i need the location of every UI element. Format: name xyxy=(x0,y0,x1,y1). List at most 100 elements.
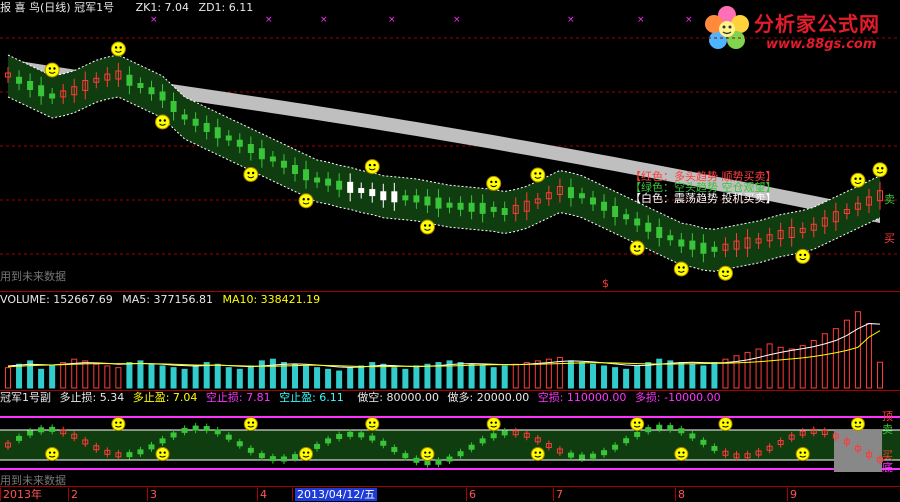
sub-candle-body xyxy=(192,425,199,431)
main-sell-label: 卖 xyxy=(884,193,895,206)
main-price-chart[interactable]: × × × × × × × × xyxy=(0,14,900,292)
trend-legend: 【红色：多头趋势 顺势买卖】 【绿色：空头趋势 空仓观望】 【白色：震荡趋势 投… xyxy=(630,171,777,204)
smiley-face xyxy=(673,261,689,277)
candle-body xyxy=(567,187,574,199)
volume-bar xyxy=(479,365,486,389)
smiley-eye xyxy=(307,451,310,454)
dollar-marker: $ xyxy=(602,277,609,290)
chart-title: 报 喜 鸟(日线) 冠军1号 xyxy=(0,1,115,14)
smiley-eye xyxy=(114,46,118,49)
volume-bar xyxy=(821,333,828,389)
volume-bar xyxy=(16,363,23,389)
sub-candle-body xyxy=(490,433,497,439)
axis-label: 6 xyxy=(466,488,476,501)
smiley-eye xyxy=(423,224,427,227)
volume-bar xyxy=(269,358,276,389)
volume-bar xyxy=(291,363,298,389)
axis-label: 2013/04/12/五 xyxy=(292,488,378,501)
legend-white: 【白色：震荡趋势 投机买卖】 xyxy=(630,192,777,205)
candle-body xyxy=(435,197,442,209)
sub-candle-body xyxy=(501,430,508,436)
sub-candle-body xyxy=(413,457,420,463)
smiley-face xyxy=(795,248,811,264)
volume-bar xyxy=(391,367,398,389)
signal-smiley-icon xyxy=(486,175,502,191)
volume-bar xyxy=(667,360,674,389)
sub-signal-smiley-icon xyxy=(530,447,545,461)
sub-indicator-chart[interactable] xyxy=(0,404,900,486)
smiley-eye xyxy=(163,119,167,122)
smiley-face xyxy=(629,240,645,256)
sub-header: 冠军1号副 多止损: 5.34 多止盈: 7.04 空止损: 7.81 空止盈:… xyxy=(0,391,721,404)
zuo-duo: 做多: 20000.00 xyxy=(447,391,530,404)
volume-bar xyxy=(799,345,806,389)
candle-body xyxy=(126,74,133,86)
smiley-eye xyxy=(251,171,255,175)
volume-bar xyxy=(733,355,740,389)
volume-chart[interactable] xyxy=(0,306,900,390)
duo-zhiying: 多止盈: 7.04 xyxy=(132,391,198,404)
smiley-eye xyxy=(159,119,162,122)
smiley-face xyxy=(530,447,545,461)
volume-bar xyxy=(645,362,652,389)
volume-bar xyxy=(468,363,475,389)
sub-candle-body xyxy=(148,444,155,450)
top-marker: × xyxy=(265,15,273,25)
sub-mai-label: 卖 xyxy=(882,423,893,436)
smiley-eye xyxy=(373,421,376,424)
smiley-eye xyxy=(803,451,807,454)
kong-zhisun: 空止损: 7.81 xyxy=(205,391,271,404)
sub-candle-body xyxy=(689,433,696,439)
volume-bar xyxy=(170,367,177,389)
axis-label-text: 2013年 xyxy=(3,488,42,501)
sub-candle-body xyxy=(578,454,585,460)
volume-bar xyxy=(877,361,883,389)
smiley-eye xyxy=(534,172,537,175)
sub-candle-body xyxy=(479,438,486,444)
smiley-eye xyxy=(247,171,250,175)
candle-body xyxy=(457,202,464,210)
smiley-eye xyxy=(368,421,372,424)
smiley-eye xyxy=(159,451,162,454)
candle-body xyxy=(634,218,641,226)
smiley-eye xyxy=(799,253,802,257)
axis-label: 7 xyxy=(553,488,563,501)
ma5-value: MA5: 377156.81 xyxy=(122,293,213,306)
candle-body xyxy=(358,188,365,193)
volume-bar xyxy=(325,368,332,389)
sub-candle-body xyxy=(225,434,232,440)
candle-body xyxy=(236,139,243,147)
candle-body xyxy=(612,206,619,217)
candle-body xyxy=(137,83,144,88)
signal-smiley-icon xyxy=(717,265,733,281)
smiley-eye xyxy=(48,451,52,454)
smiley-eye xyxy=(682,451,685,454)
sub-candle-body xyxy=(258,453,265,459)
smiley-eye xyxy=(881,167,884,170)
volume-bar xyxy=(501,365,508,389)
sub-candle-body xyxy=(49,426,56,432)
smiley-face xyxy=(243,417,258,431)
volume-bar xyxy=(689,363,696,389)
sub-candle-body xyxy=(16,435,23,441)
smiley-face xyxy=(155,447,170,461)
smiley-eye xyxy=(638,245,641,248)
candle-body xyxy=(203,123,210,132)
sub-candle-body xyxy=(126,452,133,458)
volume-bar xyxy=(590,363,597,389)
candle-body xyxy=(424,196,431,206)
volume-bar xyxy=(578,362,585,389)
sub-candle-body xyxy=(291,454,298,460)
duo-zhisun: 多止损: 5.34 xyxy=(59,391,125,404)
axis-label: 3 xyxy=(147,488,157,501)
volume-bar xyxy=(82,360,89,389)
candle-body xyxy=(16,76,23,84)
top-marker: × xyxy=(453,15,461,25)
smiley-face xyxy=(872,162,888,178)
candle-body xyxy=(336,180,343,190)
volume-bar xyxy=(678,362,685,389)
candle-body xyxy=(148,87,155,95)
volume-bar xyxy=(788,348,795,389)
smiley-face xyxy=(365,417,380,431)
sub-candle-body xyxy=(468,444,475,450)
